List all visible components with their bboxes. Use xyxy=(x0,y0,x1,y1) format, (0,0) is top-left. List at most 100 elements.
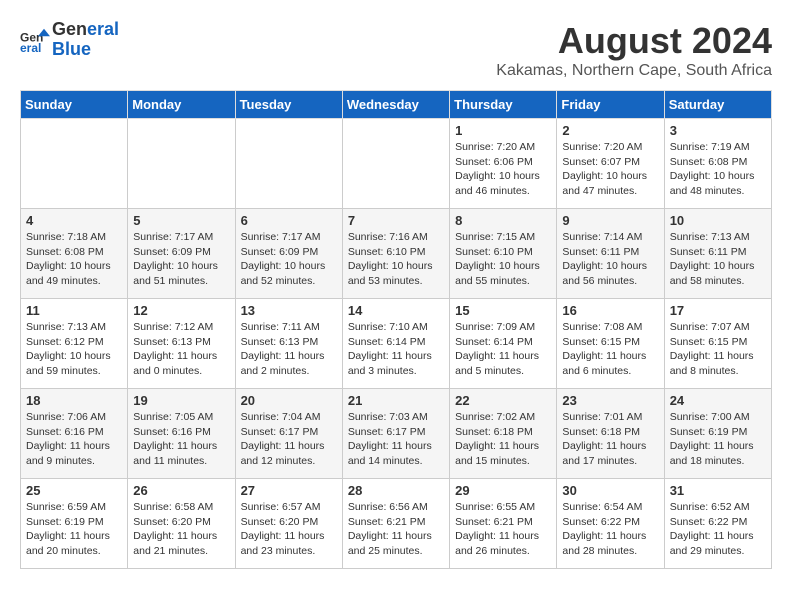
day-info: Sunrise: 7:20 AMSunset: 6:07 PMDaylight:… xyxy=(562,140,658,199)
calendar-cell: 25Sunrise: 6:59 AMSunset: 6:19 PMDayligh… xyxy=(21,479,128,569)
weekday-header-row: SundayMondayTuesdayWednesdayThursdayFrid… xyxy=(21,91,772,119)
calendar-week-2: 4 Sunrise: 7:18 AMSunset: 6:08 PMDaylight… xyxy=(21,209,772,299)
calendar-cell: 8 Sunrise: 7:15 AMSunset: 6:10 PMDaylight… xyxy=(450,209,557,299)
day-number: 3 xyxy=(670,123,766,138)
day-info: Sunrise: 6:55 AMSunset: 6:21 PMDaylight:… xyxy=(455,500,551,559)
day-info: Sunrise: 7:13 AMSunset: 6:11 PMDaylight:… xyxy=(670,230,766,289)
calendar-cell: 27 Sunrise: 6:57 AMSunset: 6:20 PMDayligh… xyxy=(235,479,342,569)
day-info: Sunrise: 7:19 AMSunset: 6:08 PMDaylight:… xyxy=(670,140,766,199)
calendar-cell: 21Sunrise: 7:03 AMSunset: 6:17 PMDayligh… xyxy=(342,389,449,479)
day-info: Sunrise: 7:07 AMSunset: 6:15 PMDaylight:… xyxy=(670,320,766,379)
day-info: Sunrise: 7:15 AMSunset: 6:10 PMDaylight:… xyxy=(455,230,551,289)
calendar-cell xyxy=(342,119,449,209)
calendar-cell: 23 Sunrise: 7:01 AMSunset: 6:18 PMDayligh… xyxy=(557,389,664,479)
page-header: Gen eral General Blue August 2024 Kakama… xyxy=(20,20,772,80)
calendar-cell xyxy=(21,119,128,209)
weekday-header-saturday: Saturday xyxy=(664,91,771,119)
logo-icon: Gen eral xyxy=(20,25,50,55)
calendar-cell: 7 Sunrise: 7:16 AMSunset: 6:10 PMDaylight… xyxy=(342,209,449,299)
day-info: Sunrise: 7:11 AMSunset: 6:13 PMDaylight:… xyxy=(241,320,337,379)
calendar-cell: 10 Sunrise: 7:13 AMSunset: 6:11 PMDayligh… xyxy=(664,209,771,299)
day-info: Sunrise: 7:18 AMSunset: 6:08 PMDaylight:… xyxy=(26,230,122,289)
day-info: Sunrise: 7:01 AMSunset: 6:18 PMDaylight:… xyxy=(562,410,658,469)
day-number: 18 xyxy=(26,393,122,408)
day-number: 31 xyxy=(670,483,766,498)
day-number: 7 xyxy=(348,213,444,228)
day-number: 5 xyxy=(133,213,229,228)
day-number: 16 xyxy=(562,303,658,318)
calendar-cell: 12 Sunrise: 7:12 AMSunset: 6:13 PMDayligh… xyxy=(128,299,235,389)
title-block: August 2024 Kakamas, Northern Cape, Sout… xyxy=(496,20,772,80)
day-number: 21 xyxy=(348,393,444,408)
logo: Gen eral General Blue xyxy=(20,20,119,60)
weekday-header-sunday: Sunday xyxy=(21,91,128,119)
day-info: Sunrise: 6:52 AMSunset: 6:22 PMDaylight:… xyxy=(670,500,766,559)
calendar-cell: 15 Sunrise: 7:09 AMSunset: 6:14 PMDayligh… xyxy=(450,299,557,389)
calendar-cell: 14 Sunrise: 7:10 AMSunset: 6:14 PMDayligh… xyxy=(342,299,449,389)
calendar-cell: 31 Sunrise: 6:52 AMSunset: 6:22 PMDayligh… xyxy=(664,479,771,569)
day-info: Sunrise: 7:08 AMSunset: 6:15 PMDaylight:… xyxy=(562,320,658,379)
day-info: Sunrise: 6:54 AMSunset: 6:22 PMDaylight:… xyxy=(562,500,658,559)
day-info: Sunrise: 6:57 AMSunset: 6:20 PMDaylight:… xyxy=(241,500,337,559)
day-info: Sunrise: 7:09 AMSunset: 6:14 PMDaylight:… xyxy=(455,320,551,379)
calendar-cell: 30Sunrise: 6:54 AMSunset: 6:22 PMDayligh… xyxy=(557,479,664,569)
day-number: 17 xyxy=(670,303,766,318)
calendar-cell xyxy=(128,119,235,209)
day-number: 2 xyxy=(562,123,658,138)
calendar-cell: 1 Sunrise: 7:20 AMSunset: 6:06 PMDaylight… xyxy=(450,119,557,209)
day-info: Sunrise: 7:16 AMSunset: 6:10 PMDaylight:… xyxy=(348,230,444,289)
calendar-cell xyxy=(235,119,342,209)
day-number: 6 xyxy=(241,213,337,228)
day-number: 12 xyxy=(133,303,229,318)
location: Kakamas, Northern Cape, South Africa xyxy=(496,62,772,80)
day-info: Sunrise: 6:56 AMSunset: 6:21 PMDaylight:… xyxy=(348,500,444,559)
calendar-table: SundayMondayTuesdayWednesdayThursdayFrid… xyxy=(20,90,772,569)
calendar-cell: 20 Sunrise: 7:04 AMSunset: 6:17 PMDayligh… xyxy=(235,389,342,479)
day-number: 8 xyxy=(455,213,551,228)
calendar-cell: 24 Sunrise: 7:00 AMSunset: 6:19 PMDayligh… xyxy=(664,389,771,479)
day-number: 29 xyxy=(455,483,551,498)
day-number: 15 xyxy=(455,303,551,318)
calendar-week-5: 25Sunrise: 6:59 AMSunset: 6:19 PMDayligh… xyxy=(21,479,772,569)
day-info: Sunrise: 7:04 AMSunset: 6:17 PMDaylight:… xyxy=(241,410,337,469)
calendar-cell: 22Sunrise: 7:02 AMSunset: 6:18 PMDayligh… xyxy=(450,389,557,479)
day-number: 27 xyxy=(241,483,337,498)
calendar-cell: 6 Sunrise: 7:17 AMSunset: 6:09 PMDaylight… xyxy=(235,209,342,299)
day-info: Sunrise: 7:17 AMSunset: 6:09 PMDaylight:… xyxy=(133,230,229,289)
month-year: August 2024 xyxy=(496,20,772,62)
day-info: Sunrise: 7:17 AMSunset: 6:09 PMDaylight:… xyxy=(241,230,337,289)
weekday-header-monday: Monday xyxy=(128,91,235,119)
day-number: 19 xyxy=(133,393,229,408)
day-number: 13 xyxy=(241,303,337,318)
calendar-body: 1 Sunrise: 7:20 AMSunset: 6:06 PMDaylight… xyxy=(21,119,772,569)
calendar-cell: 18Sunrise: 7:06 AMSunset: 6:16 PMDayligh… xyxy=(21,389,128,479)
day-number: 20 xyxy=(241,393,337,408)
calendar-cell: 9Sunrise: 7:14 AMSunset: 6:11 PMDaylight… xyxy=(557,209,664,299)
day-info: Sunrise: 7:12 AMSunset: 6:13 PMDaylight:… xyxy=(133,320,229,379)
day-info: Sunrise: 6:59 AMSunset: 6:19 PMDaylight:… xyxy=(26,500,122,559)
day-info: Sunrise: 7:00 AMSunset: 6:19 PMDaylight:… xyxy=(670,410,766,469)
weekday-header-tuesday: Tuesday xyxy=(235,91,342,119)
day-number: 23 xyxy=(562,393,658,408)
logo-text: General Blue xyxy=(52,20,119,60)
day-number: 14 xyxy=(348,303,444,318)
weekday-header-friday: Friday xyxy=(557,91,664,119)
day-number: 28 xyxy=(348,483,444,498)
day-number: 1 xyxy=(455,123,551,138)
calendar-cell: 28 Sunrise: 6:56 AMSunset: 6:21 PMDayligh… xyxy=(342,479,449,569)
calendar-cell: 16 Sunrise: 7:08 AMSunset: 6:15 PMDayligh… xyxy=(557,299,664,389)
day-number: 24 xyxy=(670,393,766,408)
day-info: Sunrise: 7:10 AMSunset: 6:14 PMDaylight:… xyxy=(348,320,444,379)
calendar-week-4: 18Sunrise: 7:06 AMSunset: 6:16 PMDayligh… xyxy=(21,389,772,479)
calendar-cell: 26Sunrise: 6:58 AMSunset: 6:20 PMDayligh… xyxy=(128,479,235,569)
day-number: 4 xyxy=(26,213,122,228)
calendar-week-1: 1 Sunrise: 7:20 AMSunset: 6:06 PMDaylight… xyxy=(21,119,772,209)
day-number: 10 xyxy=(670,213,766,228)
calendar-cell: 5 Sunrise: 7:17 AMSunset: 6:09 PMDaylight… xyxy=(128,209,235,299)
calendar-cell: 13 Sunrise: 7:11 AMSunset: 6:13 PMDayligh… xyxy=(235,299,342,389)
calendar-week-3: 11Sunrise: 7:13 AMSunset: 6:12 PMDayligh… xyxy=(21,299,772,389)
day-info: Sunrise: 7:13 AMSunset: 6:12 PMDaylight:… xyxy=(26,320,122,379)
day-info: Sunrise: 7:20 AMSunset: 6:06 PMDaylight:… xyxy=(455,140,551,199)
weekday-header-thursday: Thursday xyxy=(450,91,557,119)
calendar-cell: 11Sunrise: 7:13 AMSunset: 6:12 PMDayligh… xyxy=(21,299,128,389)
